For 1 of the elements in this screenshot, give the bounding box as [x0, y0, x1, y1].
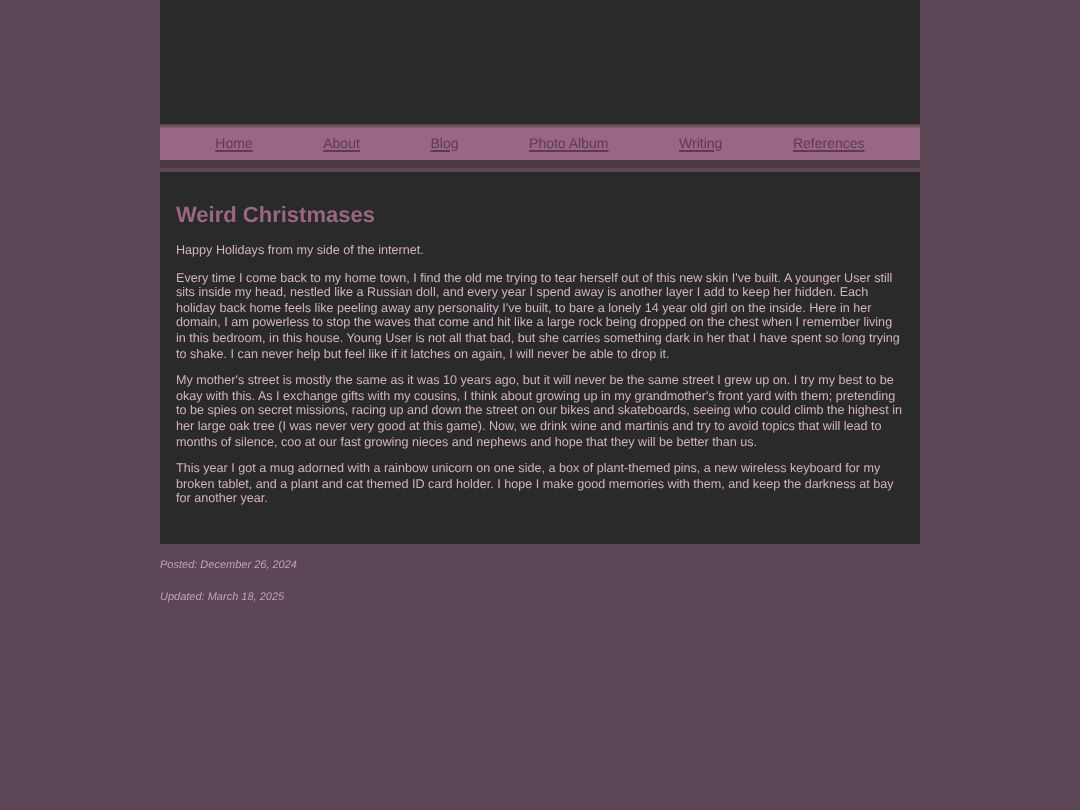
post-title: Weird Christmases: [176, 204, 377, 228]
